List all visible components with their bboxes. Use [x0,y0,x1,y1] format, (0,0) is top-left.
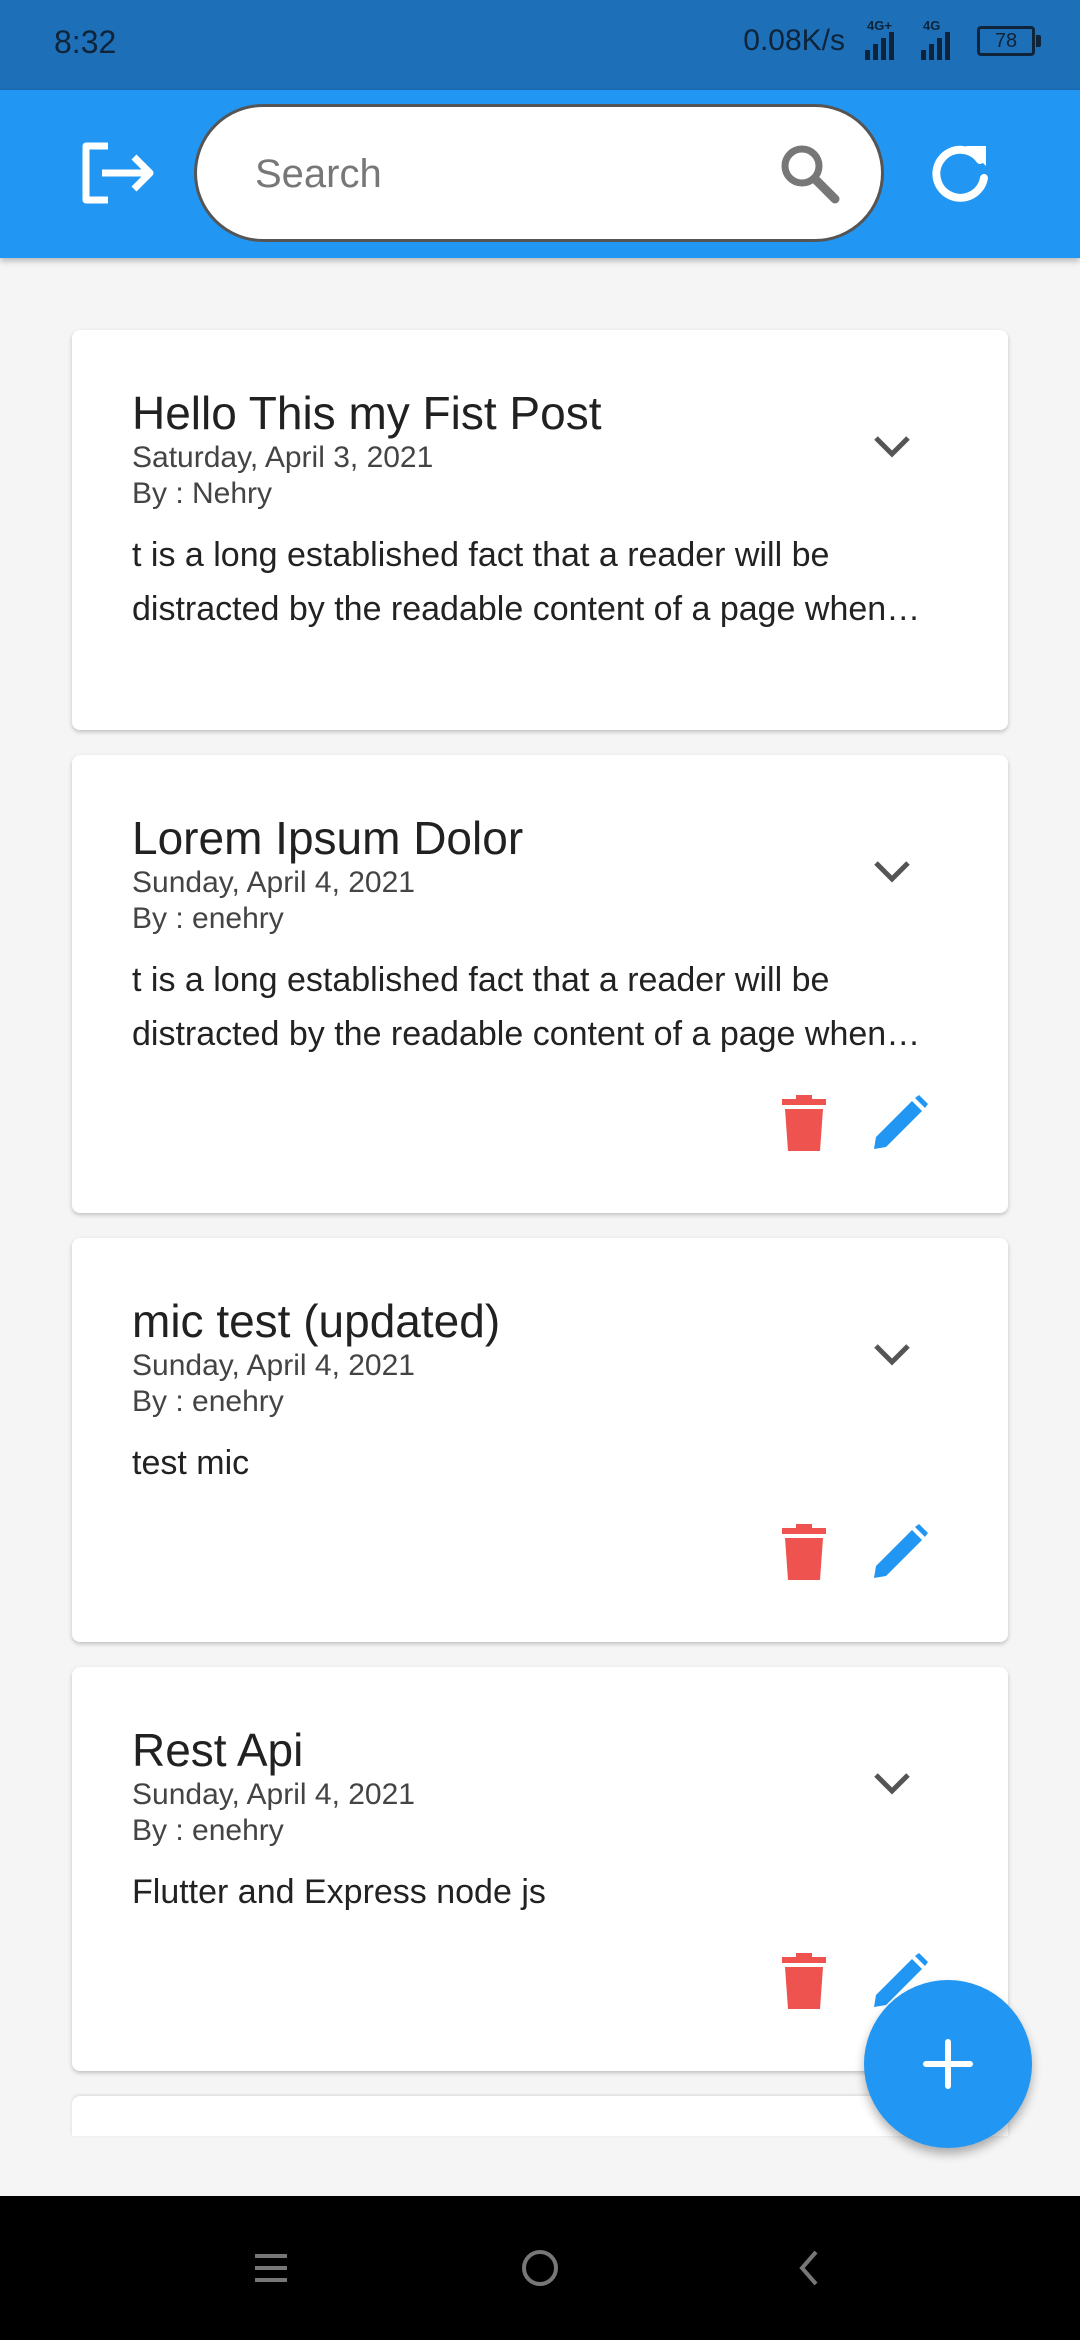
edit-icon [874,1095,928,1149]
delete-button[interactable] [776,1953,832,2009]
chevron-down-icon[interactable] [872,434,912,462]
delete-icon [782,1524,826,1580]
post-body: t is a long established fact that a read… [132,961,887,1053]
chevron-down-icon[interactable] [872,859,912,887]
menu-icon[interactable] [245,2242,297,2294]
post-list: Hello This my Fist Post Saturday, April … [72,330,1008,2161]
post-date: Sunday, April 4, 2021 [132,1349,415,1382]
edit-icon [874,1524,928,1578]
post-card[interactable]: mic test (updated) Sunday, April 4, 2021… [72,1238,1008,1642]
refresh-button[interactable] [928,138,992,206]
edit-button[interactable] [872,1095,928,1151]
post-author: By : Nehry [132,477,273,510]
post-card[interactable]: Hello This my Fist Post Saturday, April … [72,330,1008,730]
post-card-partial[interactable] [72,2096,1008,2136]
post-author: By : enehry [132,1814,284,1847]
post-title: Rest Api [132,1724,304,1776]
search-bar [194,104,884,242]
post-card[interactable]: Rest Api Sunday, April 4, 2021 By : eneh… [72,1667,1008,2071]
back-icon[interactable] [784,2242,836,2294]
post-date: Sunday, April 4, 2021 [132,1778,415,1811]
system-nav-bar [0,2196,1080,2340]
post-actions [776,1524,928,1580]
search-input[interactable] [253,137,757,211]
refresh-icon [932,145,988,202]
chevron-down-icon[interactable] [872,1342,912,1370]
post-title: mic test (updated) [132,1295,501,1347]
app-bar [0,90,1080,258]
post-author: By : enehry [132,902,284,935]
network-speed: 0.08K/s [743,24,845,57]
post-author: By : enehry [132,1385,284,1418]
post-actions [776,1095,928,1151]
signal-icon: 4G [921,18,957,60]
chevron-down-icon[interactable] [872,1771,912,1799]
post-title: Lorem Ipsum Dolor [132,812,524,864]
logout-button[interactable] [78,140,160,206]
post-body: Flutter and Express node js [132,1873,546,1911]
post-date: Saturday, April 3, 2021 [132,441,434,474]
status-time: 8:32 [54,24,117,60]
post-card[interactable]: Lorem Ipsum Dolor Sunday, April 4, 2021 … [72,755,1008,1213]
edit-button[interactable] [872,1524,928,1580]
signal-icon: 4G+ [865,18,901,60]
signal-type-label: 4G [923,18,941,33]
delete-icon [782,1953,826,2009]
battery-icon: 78 [977,26,1041,56]
logout-icon [82,142,154,204]
post-body: test mic [132,1444,250,1482]
delete-button[interactable] [776,1095,832,1151]
plus-icon [923,2039,973,2089]
post-body: t is a long established fact that a read… [132,536,887,628]
post-date: Sunday, April 4, 2021 [132,866,415,899]
status-indicators: 0.08K/s 4G+ 4G 78 [743,18,1041,60]
post-title: Hello This my Fist Post [132,387,602,439]
add-post-button[interactable] [864,1980,1032,2148]
status-bar: 8:32 0.08K/s 4G+ 4G 78 [0,0,1080,90]
signal-type-label: 4G+ [867,18,892,33]
home-icon[interactable] [514,2242,566,2294]
delete-icon [782,1095,826,1151]
search-icon[interactable] [777,141,841,205]
delete-button[interactable] [776,1524,832,1580]
